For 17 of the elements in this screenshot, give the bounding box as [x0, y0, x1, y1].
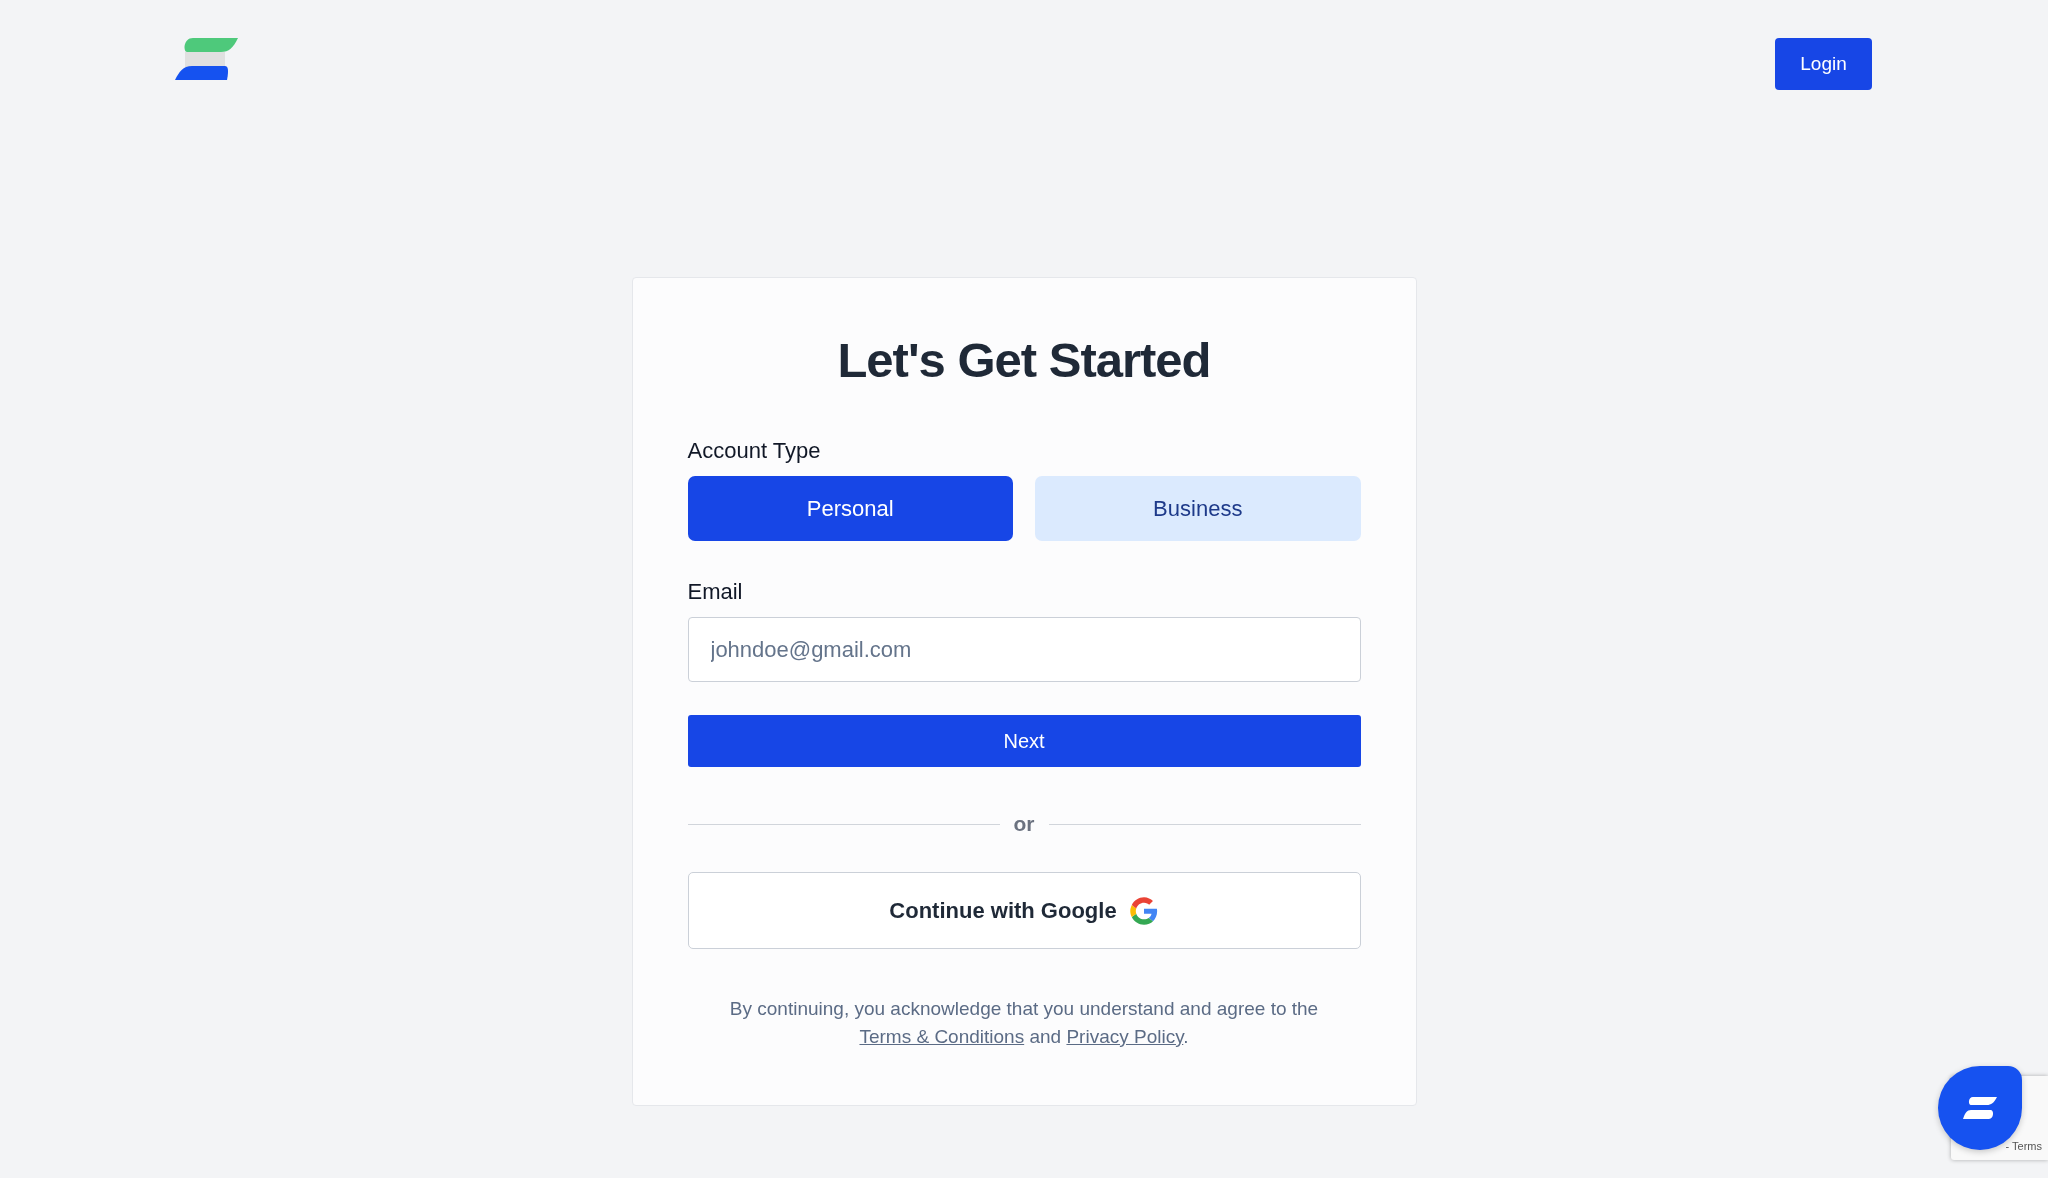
page-title: Let's Get Started [836, 332, 1212, 388]
google-signin-button[interactable]: Continue with Google [687, 872, 1361, 949]
divider-label: or [1013, 812, 1035, 836]
next-button[interactable]: Next [687, 715, 1361, 767]
privacy-link[interactable]: Privacy Policy [1066, 1026, 1184, 1047]
legal-text: By continuing, you acknowledge that you understand and agree to the Terms & Conditions and Privacy Policy. [728, 997, 1320, 1049]
terms-link[interactable]: Terms & Conditions [859, 1026, 1025, 1047]
account-type-option[interactable]: Personal [687, 476, 1013, 541]
field-label: Account Type [687, 438, 821, 464]
google-icon [1128, 895, 1159, 926]
recaptcha-links[interactable]: - Terms [2005, 1140, 2042, 1152]
logo-icon [175, 38, 238, 80]
login-button[interactable]: Login [1775, 38, 1872, 90]
logo-icon [1963, 1097, 1997, 1119]
email-field[interactable]: johndoe@gmail.com [687, 617, 1361, 682]
field-label: Email [687, 579, 743, 605]
account-type-option[interactable]: Business [1035, 476, 1361, 541]
